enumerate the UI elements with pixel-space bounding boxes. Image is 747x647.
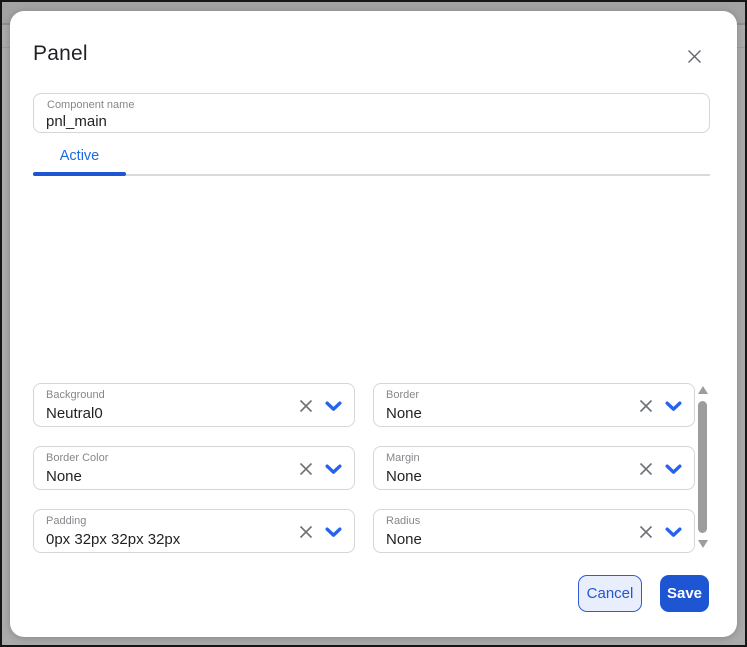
field-value: Neutral0 <box>46 405 103 422</box>
clear-icon[interactable] <box>299 399 313 413</box>
tab-divider <box>33 174 710 176</box>
component-name-label: Component name <box>47 99 134 111</box>
screen: Panel Component name Active Background N… <box>0 0 747 647</box>
field-label: Margin <box>386 452 420 464</box>
field-value: 0px 32px 32px 32px <box>46 531 180 548</box>
field-label: Border Color <box>46 452 108 464</box>
close-icon[interactable] <box>684 46 704 66</box>
field-label: Border <box>386 389 419 401</box>
tab-active-indicator <box>33 172 126 176</box>
select-field-border-color[interactable]: Border Color None <box>33 446 355 490</box>
clear-icon[interactable] <box>639 525 653 539</box>
tab-active[interactable]: Active <box>33 142 126 170</box>
dialog-title: Panel <box>33 42 88 66</box>
select-field-background[interactable]: Background Neutral0 <box>33 383 355 427</box>
field-value: None <box>386 531 422 548</box>
field-label: Background <box>46 389 105 401</box>
field-value: None <box>386 405 422 422</box>
chevron-down-icon[interactable] <box>665 464 682 475</box>
scrollbar[interactable] <box>697 384 709 554</box>
clear-icon[interactable] <box>639 462 653 476</box>
chevron-down-icon[interactable] <box>325 401 342 412</box>
panel-dialog: Panel Component name Active Background N… <box>10 11 737 637</box>
scroll-down-icon[interactable] <box>698 540 708 548</box>
select-field-radius[interactable]: Radius None <box>373 509 695 553</box>
component-name-input[interactable] <box>46 112 686 130</box>
field-label: Radius <box>386 515 420 527</box>
field-value: None <box>46 468 82 485</box>
field-value: None <box>386 468 422 485</box>
select-field-margin[interactable]: Margin None <box>373 446 695 490</box>
cancel-button[interactable]: Cancel <box>578 575 642 612</box>
clear-icon[interactable] <box>639 399 653 413</box>
field-label: Padding <box>46 515 86 527</box>
scroll-up-icon[interactable] <box>698 386 708 394</box>
clear-icon[interactable] <box>299 525 313 539</box>
clear-icon[interactable] <box>299 462 313 476</box>
chevron-down-icon[interactable] <box>325 464 342 475</box>
select-field-padding[interactable]: Padding 0px 32px 32px 32px <box>33 509 355 553</box>
chevron-down-icon[interactable] <box>665 401 682 412</box>
component-name-field[interactable]: Component name <box>33 93 710 133</box>
chevron-down-icon[interactable] <box>665 527 682 538</box>
chevron-down-icon[interactable] <box>325 527 342 538</box>
select-field-border[interactable]: Border None <box>373 383 695 427</box>
scrollbar-thumb[interactable] <box>698 401 707 533</box>
save-button[interactable]: Save <box>660 575 709 612</box>
